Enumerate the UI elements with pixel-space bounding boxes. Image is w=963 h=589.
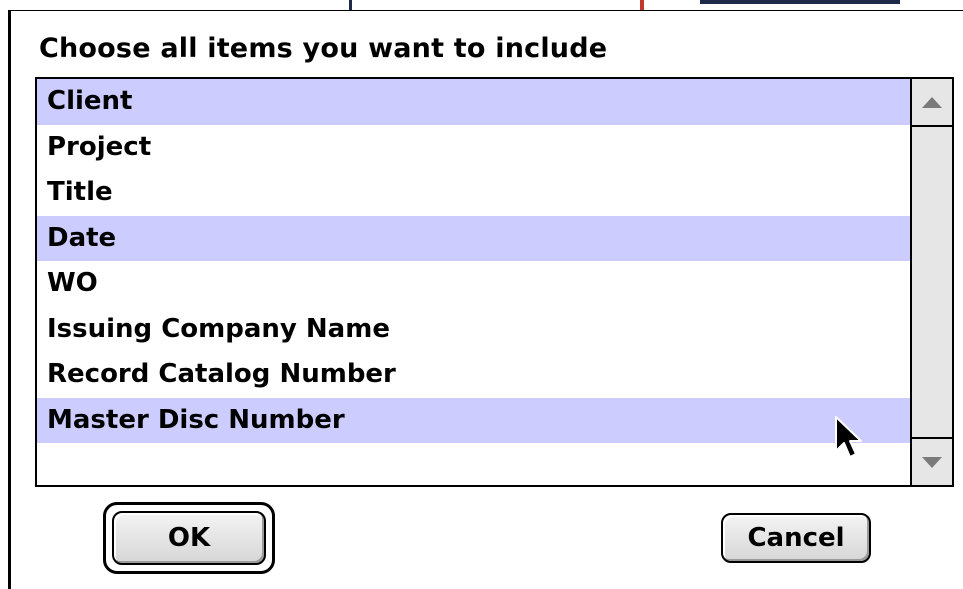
scroll-down-button[interactable] bbox=[912, 437, 952, 485]
background-divider bbox=[349, 0, 352, 10]
list-item[interactable]: Master Disc Number bbox=[37, 397, 910, 443]
vertical-scrollbar[interactable] bbox=[910, 79, 952, 485]
list-item[interactable]: Title bbox=[37, 170, 910, 216]
ok-button[interactable]: OK bbox=[112, 511, 266, 565]
list-item[interactable]: Record Catalog Number bbox=[37, 352, 910, 398]
list-item[interactable]: Project bbox=[37, 125, 910, 171]
background-marker bbox=[640, 0, 644, 10]
background-bar bbox=[700, 0, 900, 4]
list-item[interactable]: Client bbox=[37, 79, 910, 125]
triangle-up-icon bbox=[922, 96, 942, 108]
cancel-button[interactable]: Cancel bbox=[721, 513, 871, 563]
list-item[interactable]: Date bbox=[37, 215, 910, 261]
list-item[interactable]: Issuing Company Name bbox=[37, 307, 910, 353]
items-list[interactable]: Client Project Title Date WO Issuing Com… bbox=[35, 77, 954, 487]
items-list-viewport: Client Project Title Date WO Issuing Com… bbox=[37, 79, 910, 485]
background-window bbox=[0, 0, 963, 10]
dialog-prompt: Choose all items you want to include bbox=[39, 33, 608, 64]
choose-items-dialog: Choose all items you want to include Cli… bbox=[8, 10, 963, 589]
scroll-up-button[interactable] bbox=[912, 79, 952, 127]
list-item[interactable]: WO bbox=[37, 261, 910, 307]
arrow-cursor-icon bbox=[835, 416, 862, 458]
triangle-down-icon bbox=[922, 456, 942, 468]
